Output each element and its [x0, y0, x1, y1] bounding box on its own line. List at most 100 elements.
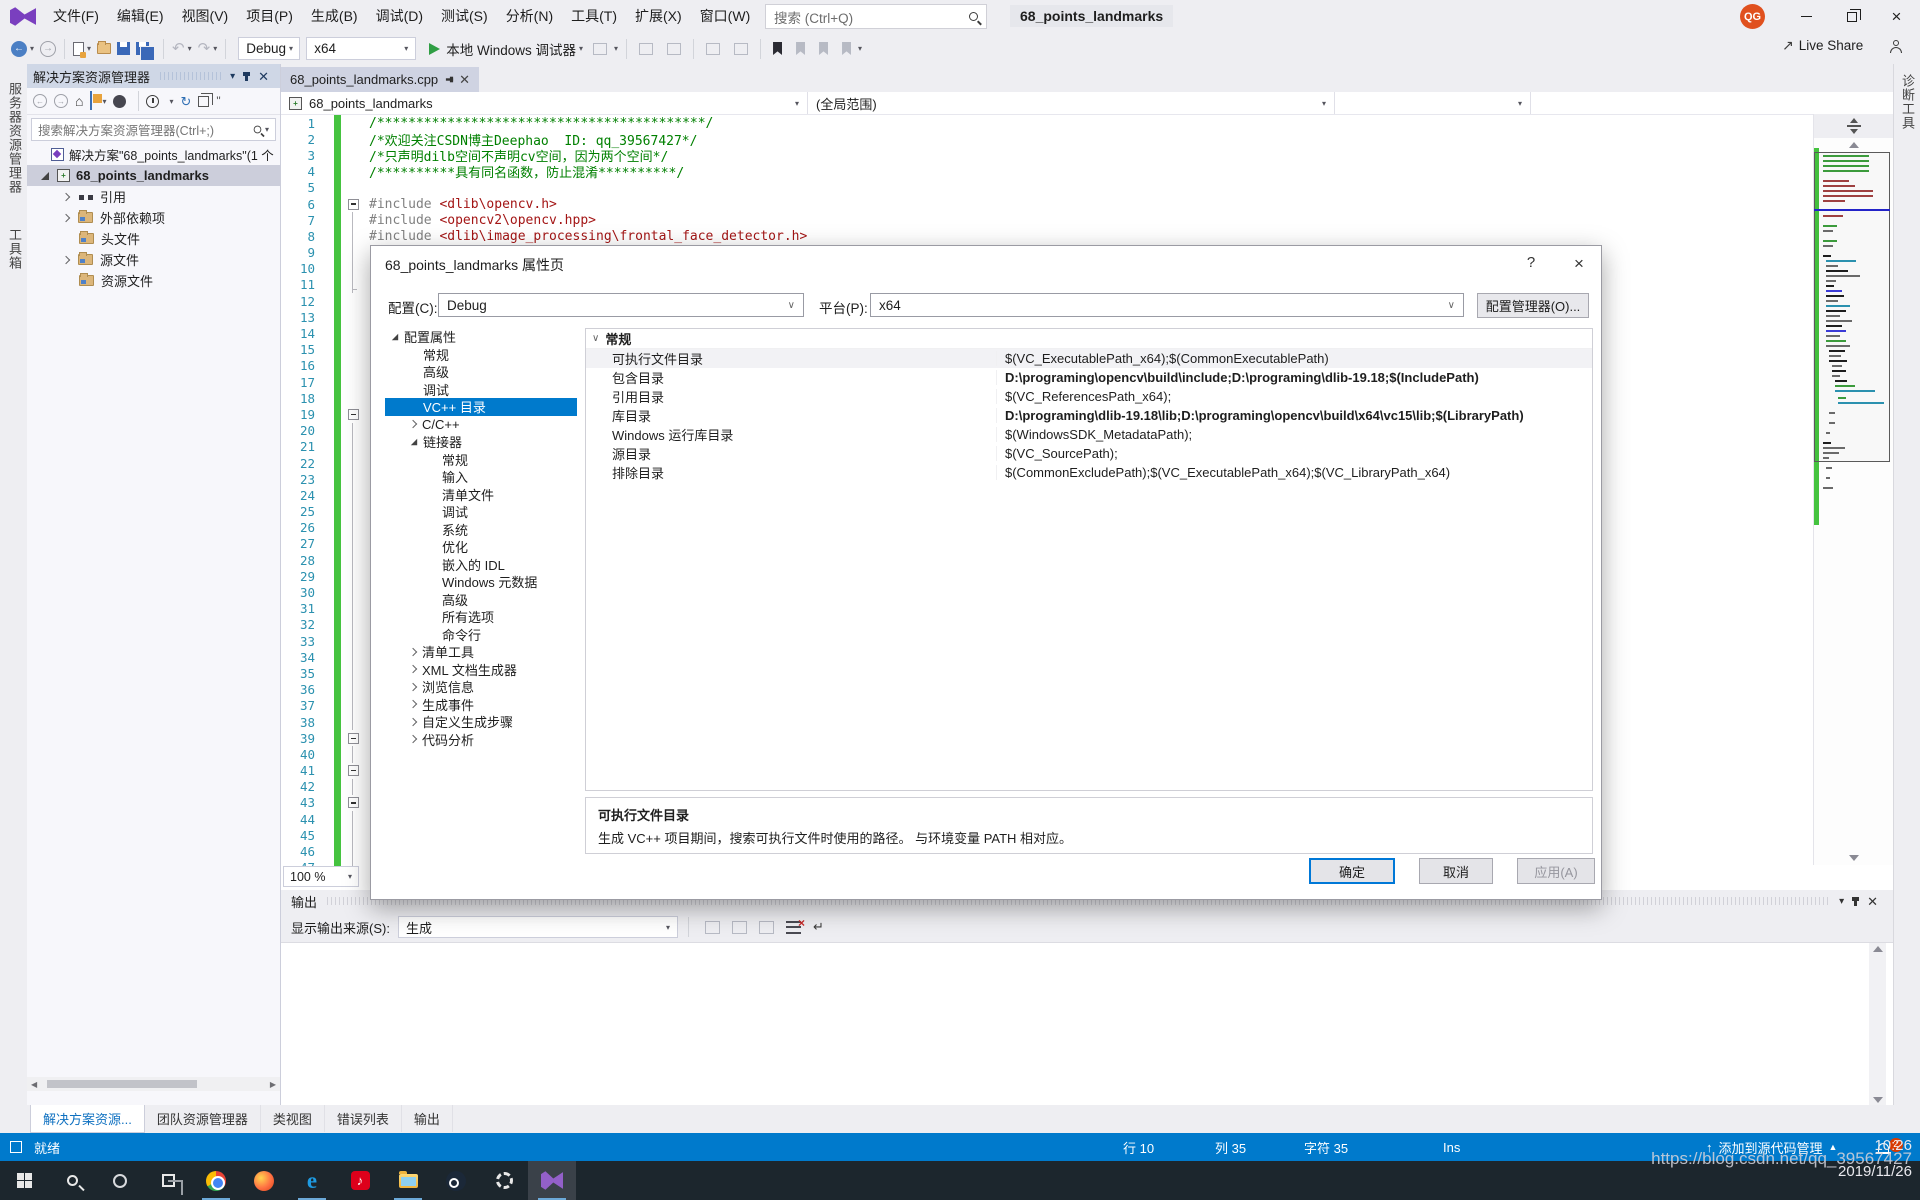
fold-margin[interactable] — [341, 115, 365, 131]
dialog-configuration-dropdown[interactable]: Debug ∨ — [438, 293, 804, 317]
previous-bookmark-button[interactable] — [789, 36, 812, 62]
close-panel-button[interactable]: ✕ — [1867, 895, 1878, 908]
scroll-up-icon[interactable] — [1849, 142, 1859, 148]
taskbar-chrome-button[interactable] — [192, 1161, 240, 1200]
fold-margin[interactable] — [341, 665, 365, 681]
step-over-button[interactable] — [660, 36, 688, 62]
tree-item-header-files[interactable]: 头文件 — [27, 228, 280, 249]
fold-margin[interactable] — [341, 795, 365, 811]
fold-margin[interactable] — [341, 552, 365, 568]
dialog-tree-item-14[interactable]: Windows 元数据 — [385, 573, 577, 591]
property-value[interactable]: D:\programing\dlib-19.18\lib;D:\programi… — [996, 408, 1592, 423]
property-value[interactable]: $(WindowsSDK_MetadataPath); — [996, 427, 1592, 442]
property-row-5[interactable]: 源目录$(VC_SourcePath); — [586, 444, 1592, 463]
minimize-button[interactable] — [1784, 0, 1829, 33]
document-tab[interactable]: 68_points_landmarks.cpp ✕ — [281, 67, 479, 92]
clear-all-icon[interactable] — [786, 921, 801, 934]
undo-button[interactable]: ↶▾ — [169, 36, 195, 62]
scroll-down-icon[interactable] — [1849, 855, 1859, 861]
word-wrap-icon[interactable]: ↵ — [813, 919, 824, 935]
dialog-tree-item-0[interactable]: 配置属性 — [385, 328, 577, 346]
dialog-tree-item-10[interactable]: 调试 — [385, 503, 577, 521]
show-all-files-icon[interactable] — [198, 96, 209, 107]
member-dropdown[interactable]: ▾ — [1335, 92, 1531, 114]
property-row-4[interactable]: Windows 运行库目录$(WindowsSDK_MetadataPath); — [586, 425, 1592, 444]
dialog-tree-item-2[interactable]: 高级 — [385, 363, 577, 381]
fold-margin[interactable] — [341, 843, 365, 859]
taskbar-task-view-button[interactable] — [144, 1161, 192, 1200]
taskbar-firefox-button[interactable] — [240, 1161, 288, 1200]
fold-collapse-box[interactable] — [348, 765, 359, 776]
solution-explorer-titlebar[interactable]: 解决方案资源管理器 ▾ ✕ — [27, 64, 280, 88]
fold-margin[interactable] — [341, 649, 365, 665]
fold-margin[interactable] — [341, 325, 365, 341]
fold-margin[interactable] — [341, 714, 365, 730]
menu-item-9[interactable]: 扩展(X) — [626, 0, 691, 33]
pin-button[interactable] — [245, 72, 248, 81]
fold-margin[interactable] — [341, 277, 365, 293]
fold-margin[interactable] — [341, 131, 365, 147]
status-line[interactable]: 行 10 — [1123, 1133, 1154, 1161]
dialog-tree-item-23[interactable]: 代码分析 — [385, 731, 577, 749]
collapsed-arrow-icon[interactable] — [409, 683, 417, 691]
taskbar-cortana-button[interactable] — [96, 1161, 144, 1200]
editor-minimap[interactable] — [1813, 114, 1893, 865]
collapsed-arrow-icon[interactable] — [409, 735, 417, 743]
live-share-button[interactable]: ↗ Live Share — [1782, 37, 1863, 54]
save-all-button[interactable] — [133, 36, 152, 62]
tree-item-source-files[interactable]: 源文件 — [27, 249, 280, 270]
sync-with-active-document-icon[interactable] — [113, 95, 126, 108]
tree-item-references[interactable]: 引用 — [27, 186, 280, 207]
account-avatar[interactable]: QG — [1740, 4, 1765, 29]
bottom-tab-0[interactable]: 解决方案资源... — [30, 1105, 145, 1133]
tree-item-resource-files[interactable]: 资源文件 — [27, 270, 280, 291]
fold-margin[interactable] — [341, 439, 365, 455]
menu-item-10[interactable]: 窗口(W) — [691, 0, 760, 33]
window-position-dropdown[interactable]: ▾ — [230, 71, 235, 82]
fold-margin[interactable] — [341, 811, 365, 827]
forward-button[interactable]: → — [54, 94, 68, 108]
taskbar-visual-studio-button[interactable] — [528, 1161, 576, 1200]
taskbar-file-explorer-button[interactable] — [384, 1161, 432, 1200]
scroll-up-icon[interactable] — [1873, 946, 1883, 952]
fold-margin[interactable] — [341, 520, 365, 536]
output-source-dropdown[interactable]: 生成 ▾ — [398, 916, 678, 938]
navigate-back-button[interactable]: ←▾ — [8, 36, 37, 62]
dialog-tree-item-20[interactable]: 浏览信息 — [385, 678, 577, 696]
fold-margin[interactable] — [341, 196, 365, 212]
menu-item-3[interactable]: 项目(P) — [237, 0, 302, 33]
dialog-tree-item-21[interactable]: 生成事件 — [385, 696, 577, 714]
property-value[interactable]: $(VC_ReferencesPath_x64); — [996, 389, 1592, 404]
property-row-1[interactable]: 包含目录D:\programing\opencv\build\include;D… — [586, 368, 1592, 387]
task-status-icon[interactable] — [10, 1133, 22, 1161]
horizontal-scrollbar[interactable]: ◀ ▶ — [27, 1077, 280, 1091]
fold-margin[interactable] — [341, 455, 365, 471]
configuration-manager-button[interactable]: 配置管理器(O)... — [1477, 293, 1589, 318]
apply-button[interactable]: 应用(A) — [1517, 858, 1595, 884]
expanded-arrow-icon[interactable] — [411, 439, 417, 445]
dialog-tree-item-18[interactable]: 清单工具 — [385, 643, 577, 661]
fold-margin[interactable] — [341, 471, 365, 487]
dialog-tree-item-12[interactable]: 优化 — [385, 538, 577, 556]
close-panel-button[interactable]: ✕ — [258, 70, 269, 83]
pin-icon[interactable] — [446, 78, 453, 80]
dialog-tree-item-1[interactable]: 常规 — [385, 346, 577, 364]
navigate-forward-button[interactable]: → — [37, 36, 59, 62]
dialog-platform-dropdown[interactable]: x64 ∨ — [870, 293, 1464, 317]
dialog-tree-item-15[interactable]: 高级 — [385, 591, 577, 609]
fold-margin[interactable] — [341, 164, 365, 180]
clear-bookmarks-button[interactable]: ▾ — [835, 36, 865, 62]
fold-margin[interactable] — [341, 827, 365, 843]
menu-item-5[interactable]: 调试(D) — [367, 0, 432, 33]
minimap-viewport[interactable] — [1814, 152, 1890, 462]
property-row-6[interactable]: 排除目录$(CommonExcludePath);$(VC_Executable… — [586, 463, 1592, 482]
dialog-tree-item-3[interactable]: 调试 — [385, 381, 577, 399]
bottom-tab-3[interactable]: 错误列表 — [325, 1105, 402, 1132]
window-position-dropdown[interactable]: ▾ — [1839, 896, 1844, 907]
dialog-tree-item-19[interactable]: XML 文档生成器 — [385, 661, 577, 679]
tree-item-project[interactable]: + 68_points_landmarks — [27, 165, 280, 186]
tree-item-solution[interactable]: 解决方案"68_points_landmarks"(1 个 — [27, 144, 280, 165]
property-value[interactable]: $(VC_ExecutablePath_x64);$(CommonExecuta… — [996, 351, 1592, 366]
collapsed-arrow-icon[interactable] — [409, 420, 417, 428]
new-file-button[interactable]: ▾ — [70, 36, 94, 62]
